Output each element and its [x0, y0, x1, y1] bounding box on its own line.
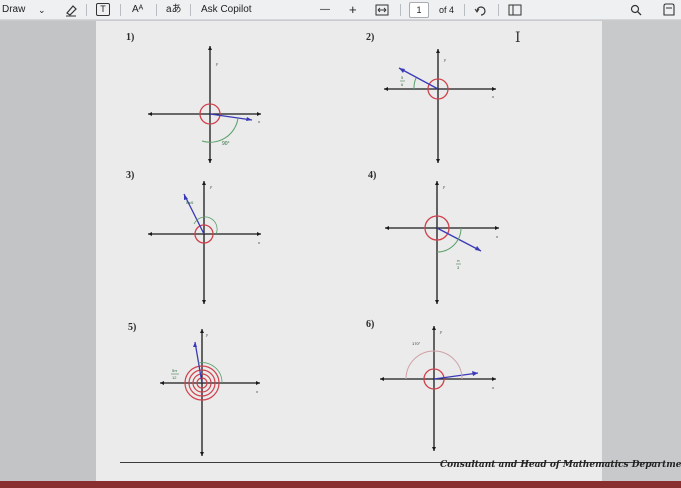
footer-title: Consultant and Head of Mathematics Depar…	[440, 460, 681, 470]
x-axis-label: x	[257, 240, 261, 245]
y-axis-label: y	[443, 57, 447, 62]
problem-number-2: 2)	[366, 32, 375, 43]
taskbar-strip	[0, 481, 681, 488]
angle-graph-4: y x π 3	[385, 181, 499, 304]
angle-label-2-num: 5	[401, 75, 404, 80]
draw-button[interactable]: Draw	[2, 2, 25, 18]
text-size-icon[interactable]: Aᴬ	[132, 2, 143, 18]
x-axis-label: x	[255, 389, 259, 394]
angle-label-1: 90°	[222, 141, 230, 147]
chevron-down-icon[interactable]: ⌄	[38, 2, 46, 18]
text-cursor-icon: I	[515, 30, 521, 46]
problem-number-4: 4)	[368, 170, 377, 181]
angle-graph-2: y x 5 6	[384, 49, 496, 163]
problem-number-1: 1)	[126, 32, 135, 43]
pdf-page[interactable]: 1) 2) 3) 4) 5) 6) y x 90° y x 5 6 y x 5π…	[96, 21, 602, 481]
problem-number-3: 3)	[126, 170, 135, 181]
eraser-icon[interactable]	[64, 2, 78, 18]
angle-graph-6: y x 170°	[380, 326, 496, 451]
page-view-icon[interactable]	[508, 2, 522, 18]
page-total-label: of 4	[439, 5, 455, 15]
angle-label-5-num: 5π	[172, 368, 177, 373]
y-axis-label: y	[205, 332, 209, 337]
x-axis-label: x	[491, 385, 495, 390]
text-box-icon[interactable]: T	[96, 3, 110, 16]
x-axis-label: x	[491, 94, 495, 99]
angle-label-3: 5π/6	[186, 201, 193, 205]
angle-graph-3: y x 5π/6	[148, 181, 261, 304]
problem-number-5: 5)	[128, 322, 137, 333]
x-axis-label: x	[495, 234, 499, 239]
y-axis-label: y	[439, 329, 443, 334]
angle-label-6: 170°	[412, 341, 421, 346]
rotate-icon[interactable]	[474, 2, 488, 18]
pdf-toolbar: Draw ⌄ T Aᴬ aあ Ask Copilot — + 1 of 4	[0, 0, 681, 20]
read-aloud-icon[interactable]: aあ	[166, 2, 182, 18]
angle-label-4-num: π	[457, 258, 460, 263]
search-icon[interactable]	[630, 2, 642, 18]
problem-number-6: 6)	[366, 319, 375, 330]
zoom-out-button[interactable]: —	[320, 2, 330, 18]
fit-width-icon[interactable]	[375, 2, 389, 18]
save-icon[interactable]	[662, 2, 676, 18]
angle-graph-5: y x 5π 12	[160, 329, 260, 456]
angle-label-4-den: 3	[457, 265, 460, 270]
angle-label-5-den: 12	[172, 375, 177, 380]
x-axis-label: x	[257, 119, 261, 124]
angle-graph-1: y x 90°	[148, 46, 261, 163]
y-axis-label: y	[215, 61, 219, 66]
right-margin	[598, 21, 681, 481]
zoom-in-button[interactable]: +	[349, 2, 357, 18]
page-number-input[interactable]: 1	[409, 2, 429, 18]
y-axis-label: y	[209, 184, 213, 189]
angle-label-2-den: 6	[401, 82, 404, 87]
left-margin	[0, 21, 98, 481]
y-axis-label: y	[442, 184, 446, 189]
ask-copilot-button[interactable]: Ask Copilot	[201, 2, 252, 18]
